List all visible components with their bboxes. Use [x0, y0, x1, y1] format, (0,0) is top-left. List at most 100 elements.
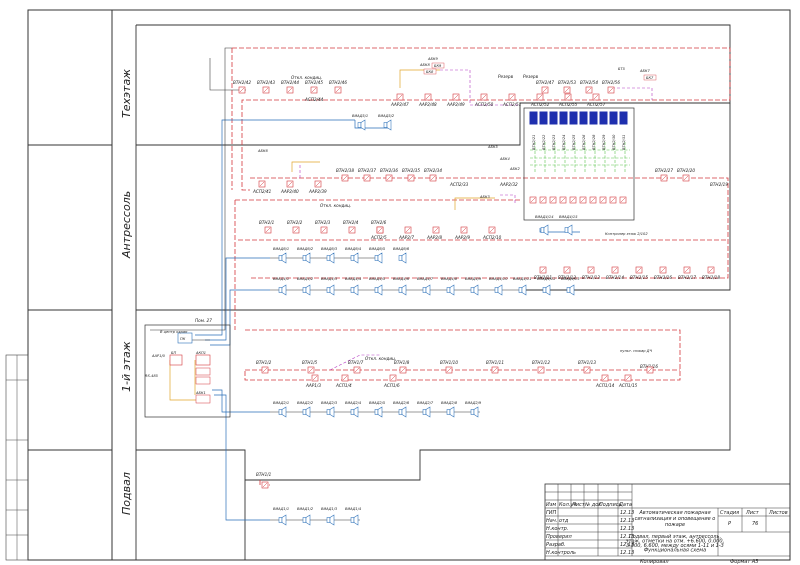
mezz-r2b-label: ААР2/8 — [426, 235, 442, 240]
controller-module — [579, 111, 588, 125]
controller-module-label: ВТН2/29 — [602, 134, 606, 150]
first-speaker — [350, 409, 355, 415]
controller-module — [529, 111, 538, 125]
controller-module-label: ВТН2/22 — [542, 134, 546, 150]
controller-module — [539, 111, 548, 125]
tech-top-label: ВТН2/45 — [305, 80, 323, 85]
first-speaker-label: ВИАД2/4 — [345, 401, 362, 405]
floor-label-basement: Подвал — [120, 472, 133, 515]
first-row-label: ВТН1/11 — [486, 360, 504, 365]
mezz-abk: АБК6 — [257, 149, 268, 153]
controller-module-label: ВТН2/28 — [592, 134, 596, 150]
first-speaker-label: ВИАД2/9 — [465, 401, 482, 405]
pult-label: пульт. пожар ДЧ — [620, 349, 652, 353]
mezz-r1-r-label: ВТН2/27 — [655, 168, 673, 173]
mezz-speaker-top-label: ВИАД6/6 — [393, 247, 410, 251]
tech-top-r-label: ВТН2/56 — [602, 80, 620, 85]
mezz-speaker-top — [278, 255, 283, 261]
mezz-r2-r-label: ВТН2/18 — [702, 275, 720, 280]
rs485-label: RS-485 — [145, 374, 159, 378]
bp-label: БП — [171, 351, 176, 355]
mezz-r1b-label: АСП2/41 — [252, 189, 272, 194]
mezz-r1b-5: ААР2/32 — [499, 182, 518, 187]
stamp-date: 12.13 — [620, 550, 634, 556]
first-row-label: ВТН1/10 — [440, 360, 458, 365]
first-speaker — [422, 409, 427, 415]
first-otkl: Откл. кондиц. — [365, 356, 396, 361]
mezz-r1b-6: ВТН2/19 — [710, 182, 728, 187]
mezz-r1-label: ВТН2/34 — [424, 168, 442, 173]
controller-module — [559, 111, 568, 125]
mezz-otkl: Откл. кондиц. — [320, 203, 351, 208]
mezz-speaker-mid-label: ВИАД4/13 — [561, 277, 580, 281]
first-speaker — [446, 409, 451, 415]
controller-module-label: ВТН2/30 — [612, 134, 616, 150]
mezz-r2-label: ВТН2/3 — [315, 220, 331, 225]
mezz-r2-label: ВТН2/4 — [343, 220, 359, 225]
tech-abk: АБК7 — [639, 69, 650, 73]
mezz-speaker-mid-label: ВИАД4/10 — [489, 277, 508, 281]
mezz-abk: АБК5 — [487, 145, 498, 149]
tech-bk: БК8 — [426, 70, 434, 74]
mezz-speaker-top-label: ВИАД6/2 — [297, 247, 314, 251]
tech-top-label: ВТН2/43 — [257, 80, 275, 85]
stamp-hdr-cell: Дата — [618, 502, 632, 508]
controller-module-label: ВТН2/24 — [562, 134, 566, 150]
basement-speaker — [326, 517, 331, 523]
tech-bot-label: ААР2/47 — [390, 102, 409, 107]
mezz-r2-label: ВТН2/1 — [259, 220, 275, 225]
controller-label: Контролер этаж 2/102 — [605, 232, 648, 236]
tech-bk: БК9 — [434, 64, 442, 68]
tech-bot-label: АСП2/50 — [474, 102, 494, 107]
mezz-speaker-r-label: ВИАД4/14 — [535, 215, 554, 219]
controller-module — [549, 111, 558, 125]
first-rowb-label: АСП1/4 — [335, 383, 352, 388]
mezz-abk: АБК3 — [479, 195, 490, 199]
stamp-role: Разраб. — [546, 542, 566, 548]
mezz-r1-r-label: ВТН2/20 — [677, 168, 695, 173]
mezz-r1b-label: ААР2/39 — [308, 189, 327, 194]
controller-module — [569, 111, 578, 125]
basement-speaker-label: ВИАД1/3 — [321, 507, 338, 511]
first-speaker-label: ВИАД2/5 — [369, 401, 386, 405]
first-rowb-label: АСП1/6 — [383, 383, 400, 388]
mezz-speaker-mid — [446, 287, 451, 293]
first-row-label: ВТН1/12 — [532, 360, 550, 365]
mezz-r1-label: ВТН2/37 — [358, 168, 376, 173]
tech-acp: АСП2/44 — [304, 97, 324, 102]
mezz-speaker-mid — [326, 287, 331, 293]
mezz-speaker-top-label: ВИАД6/5 — [369, 247, 386, 251]
mezz-r1-label: ВТН2/35 — [402, 168, 420, 173]
mezz-speaker-mid-label: ВИАД4/8 — [441, 277, 458, 281]
tech-speaker — [383, 122, 388, 128]
tech-bot-label: АСП2/51 — [502, 102, 522, 107]
tech-top-label: ВТН2/44 — [281, 80, 299, 85]
basement-btn-label: ВТН1/1 — [256, 472, 272, 477]
mezz-speaker-mid — [278, 287, 283, 293]
first-speaker — [470, 409, 475, 415]
mezz-speaker-mid — [518, 287, 523, 293]
mezz-r2-r-label: ВТН2/17 — [678, 275, 696, 280]
tech-speaker — [357, 122, 362, 128]
first-row-label: ВТН1/13 — [578, 360, 596, 365]
controller-module-label: ВТН2/25 — [572, 134, 576, 150]
tech-top-r-label: ВТН2/47 — [536, 80, 554, 85]
tech-rezerv-1: Резерв — [498, 74, 514, 79]
mezz-speaker-top — [374, 255, 379, 261]
tech-speaker-label: ВИАД5/2 — [378, 114, 395, 118]
first-rowb-label: АСП1/14 — [595, 383, 615, 388]
first-speaker-label: ВИАД2/1 — [273, 401, 289, 405]
basement-speaker — [350, 517, 355, 523]
mezz-speaker-r — [564, 227, 569, 233]
tech-speaker-label: ВИАД5/1 — [352, 114, 368, 118]
controller-module — [609, 111, 618, 125]
abk1-label: АБК1 — [195, 391, 206, 395]
stamp-date: 12.13 — [620, 518, 634, 524]
tech-otkl: Откл. кондиц. — [291, 75, 322, 80]
mezz-speaker-mid-label: ВИАД4/1 — [273, 277, 289, 281]
first-speaker-label: ВИАД2/7 — [417, 401, 434, 405]
tech-top-r-label: ВТН2/53 — [558, 80, 576, 85]
basement-speaker-label: ВИАД1/2 — [297, 507, 314, 511]
aar-label: ААР1/0 — [151, 354, 166, 358]
first-row-label: ВТН1/8 — [394, 360, 410, 365]
